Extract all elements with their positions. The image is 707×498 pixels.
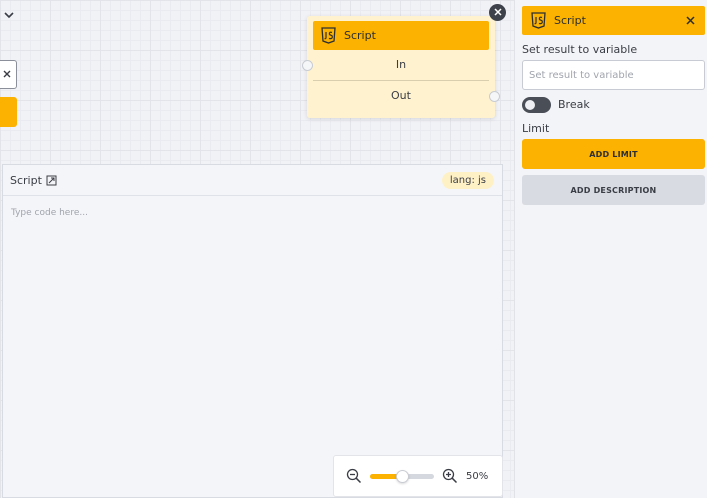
add-limit-button[interactable]: ADD LIMIT xyxy=(522,139,705,169)
node-divider xyxy=(313,80,489,81)
chevron-down-icon[interactable] xyxy=(3,9,15,21)
js-icon xyxy=(320,27,337,44)
node-title: Script xyxy=(344,29,376,42)
zoom-out-icon[interactable] xyxy=(346,468,362,484)
set-result-label: Set result to variable xyxy=(522,43,638,56)
js-icon xyxy=(530,12,547,29)
editor-header: Script lang: js xyxy=(3,165,502,196)
code-editor-input[interactable]: Type code here... xyxy=(11,208,88,218)
node-close-button[interactable] xyxy=(489,4,506,21)
close-icon[interactable] xyxy=(685,15,696,26)
script-node[interactable]: Script In Out xyxy=(302,4,506,118)
panel-header: Script xyxy=(522,6,705,35)
panel-title: Script xyxy=(554,14,586,27)
close-icon xyxy=(493,6,502,19)
zoom-slider-thumb[interactable] xyxy=(396,469,409,483)
break-label: Break xyxy=(558,98,590,111)
input-port-label: In xyxy=(395,58,407,71)
left-panel-close-button[interactable] xyxy=(0,60,17,89)
script-editor: Script lang: js Type code here... xyxy=(2,164,503,498)
close-icon xyxy=(3,68,11,81)
zoom-slider[interactable] xyxy=(370,469,434,483)
zoom-in-icon[interactable] xyxy=(442,468,458,484)
break-toggle-knob xyxy=(525,100,535,110)
properties-panel: Script Set result to variable Break Limi… xyxy=(514,0,707,498)
left-panel-action-button[interactable] xyxy=(0,97,17,127)
set-result-input[interactable] xyxy=(522,60,705,90)
add-description-button[interactable]: ADD DESCRIPTION xyxy=(522,175,705,205)
output-port-label: Out xyxy=(391,89,411,102)
zoom-control: 50% xyxy=(333,455,503,497)
node-header[interactable]: Script xyxy=(313,21,489,50)
limit-label: Limit xyxy=(522,122,550,135)
expand-icon[interactable] xyxy=(46,175,57,186)
break-toggle[interactable] xyxy=(522,97,551,113)
editor-title: Script xyxy=(10,173,42,187)
output-port[interactable] xyxy=(489,91,500,102)
lang-badge[interactable]: lang: js xyxy=(441,171,494,189)
zoom-value: 50% xyxy=(466,470,489,482)
